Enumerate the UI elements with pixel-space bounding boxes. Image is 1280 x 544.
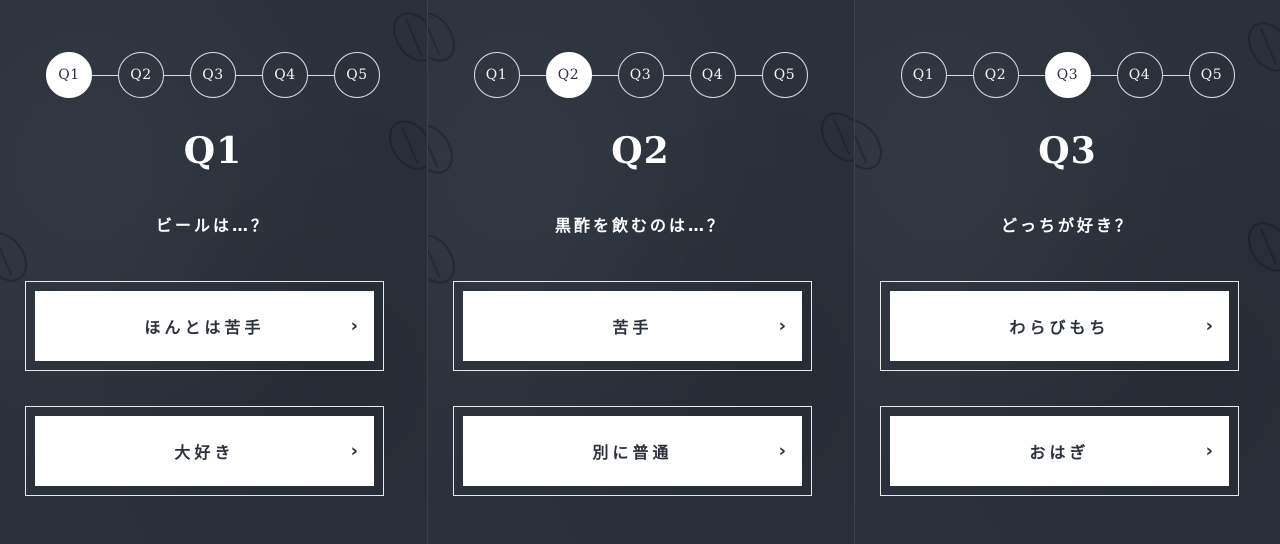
step-q3: Q3	[1044, 52, 1091, 98]
step-q3: Q3	[190, 52, 236, 98]
question-number: Q2	[611, 130, 670, 172]
step-q5: Q5	[334, 52, 380, 98]
step-q4: Q4	[262, 52, 308, 98]
step-connector	[92, 74, 118, 76]
step-q5: Q5	[761, 52, 808, 98]
step-q4: Q4	[1116, 52, 1163, 98]
question-text: ビールは…？	[155, 216, 270, 235]
progress-steps: Q1 Q2 Q3 Q4 Q5	[428, 52, 853, 98]
progress-steps: Q1 Q2 Q3 Q4 Q5	[0, 52, 426, 98]
answer-button-2[interactable]: おはぎ ›	[890, 416, 1229, 486]
chevron-right-icon: ›	[1205, 440, 1213, 462]
step-connector	[236, 74, 262, 76]
step-connector	[1018, 74, 1045, 76]
step-connector	[519, 74, 546, 76]
quiz-panel-q2: Q1 Q2 Q3 Q4 Q5 Q2 黒酢を飲むのは…？ 苦手 › 別に普通 ›	[427, 0, 853, 544]
answer-label: わらびもち	[1009, 318, 1110, 337]
answer-option-frame: 別に普通 ›	[453, 406, 812, 496]
quiz-panel-q1: Q1 Q2 Q3 Q4 Q5 Q1 ビールは…？ ほんとは苦手 › 大好き ›	[0, 0, 426, 544]
quiz-panel-q3: Q1 Q2 Q3 Q4 Q5 Q3 どっちが好き？ わらびもち › おはぎ ›	[854, 0, 1280, 544]
question-text: 黒酢を飲むのは…？	[554, 216, 726, 235]
answer-button-1[interactable]: ほんとは苦手 ›	[35, 291, 374, 361]
answer-option-frame: 苦手 ›	[453, 281, 812, 371]
step-connector	[591, 74, 618, 76]
answer-button-2[interactable]: 別に普通 ›	[463, 416, 802, 486]
answer-button-1[interactable]: 苦手 ›	[463, 291, 802, 361]
step-connector	[735, 74, 762, 76]
quiz-screens: Q1 Q2 Q3 Q4 Q5 Q1 ビールは…？ ほんとは苦手 › 大好き ›	[0, 0, 1280, 544]
answer-option-frame: ほんとは苦手 ›	[25, 281, 384, 371]
question-text: どっちが好き？	[1000, 216, 1134, 235]
step-q1: Q1	[473, 52, 520, 98]
chevron-right-icon: ›	[350, 315, 358, 337]
step-connector	[663, 74, 690, 76]
step-q1: Q1	[900, 52, 947, 98]
step-connector	[308, 74, 334, 76]
question-number: Q1	[183, 130, 243, 172]
chevron-right-icon: ›	[778, 315, 786, 337]
progress-steps: Q1 Q2 Q3 Q4 Q5	[855, 52, 1280, 98]
step-q2: Q2	[972, 52, 1019, 98]
step-connector	[946, 74, 973, 76]
answer-button-2[interactable]: 大好き ›	[35, 416, 374, 486]
answer-option-frame: おはぎ ›	[880, 406, 1239, 496]
question-number: Q3	[1038, 130, 1097, 172]
answer-label: 苦手	[612, 318, 653, 337]
answer-option-frame: 大好き ›	[25, 406, 384, 496]
chevron-right-icon: ›	[1205, 315, 1213, 337]
step-connector	[1090, 74, 1117, 76]
answer-button-1[interactable]: わらびもち ›	[890, 291, 1229, 361]
chevron-right-icon: ›	[778, 440, 786, 462]
answer-label: 別に普通	[592, 443, 673, 462]
step-connector	[1162, 74, 1189, 76]
answer-label: 大好き	[174, 443, 235, 462]
step-q3: Q3	[617, 52, 664, 98]
step-q2: Q2	[545, 52, 592, 98]
step-q2: Q2	[118, 52, 164, 98]
step-q1: Q1	[46, 52, 92, 98]
answer-option-frame: わらびもち ›	[880, 281, 1239, 371]
step-q4: Q4	[689, 52, 736, 98]
chevron-right-icon: ›	[350, 440, 358, 462]
step-connector	[164, 74, 190, 76]
answer-label: ほんとは苦手	[144, 318, 265, 337]
answer-label: おはぎ	[1029, 443, 1090, 462]
step-q5: Q5	[1188, 52, 1235, 98]
